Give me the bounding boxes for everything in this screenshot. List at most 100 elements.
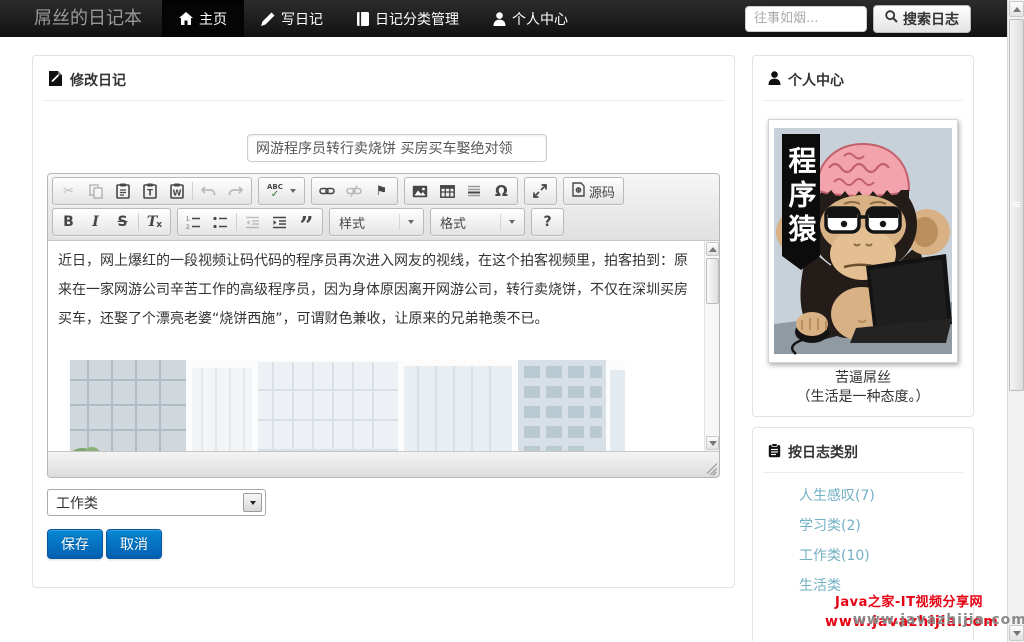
watermark-line1: Java之家-IT视频分享网 [835,591,983,610]
paste-icon[interactable] [109,179,136,203]
editor-bottom-bar [48,451,719,477]
combo-separator [399,214,400,230]
scroll-up-arrow[interactable] [1009,1,1024,17]
panel-header: 按日志类别 [768,442,858,462]
unlink-icon[interactable] [341,179,368,203]
undo-icon[interactable] [195,179,222,203]
strikethrough-icon[interactable]: S [109,210,136,234]
search-icon [885,10,898,27]
editor-content-area[interactable]: 近日，网上爆红的一段视频让码代码的程序员再次进入网友的视线，在这个拍客视频里，拍… [48,241,704,451]
watermark-line2: www.javazhijia.com www.javazhijia.com [835,611,983,629]
svg-text:W: W [172,189,181,198]
banner-text: 程序猿 [785,146,818,248]
insert-group: Ω [404,177,518,205]
nav-item-label: 主页 [199,9,227,29]
editor-scrollbar-thumb[interactable] [706,258,719,304]
page-scrollbar-thumb[interactable] [1009,19,1024,391]
category-link-work[interactable]: 工作类(10) [799,546,973,566]
app-brand: 屌丝的日记本 [0,0,162,37]
bullet-list-icon[interactable] [207,210,234,234]
category-link-study[interactable]: 学习类(2) [799,516,973,536]
diary-title-input[interactable] [247,134,547,162]
category-link-life-sigh[interactable]: 人生感叹(7) [799,486,973,506]
indent-icon[interactable] [266,210,293,234]
paste-word-icon[interactable]: W [163,179,190,203]
format-combo-label: 格式 [440,213,498,232]
remove-format-icon[interactable]: Tx [141,210,168,234]
editor-resize-handle[interactable] [703,461,717,475]
nav-item-category-manage[interactable]: 日记分类管理 [340,0,476,37]
toolbar-row-2: B I S Tx 1.2. [52,208,715,236]
source-icon [572,182,585,201]
page-scrollbar[interactable] [1007,0,1024,642]
spellcheck-group: ABC✓ [258,177,305,205]
format-combo[interactable]: 格式 [433,210,522,234]
editor-scrollbar[interactable] [704,241,719,451]
book-icon [357,12,369,26]
combo-separator [500,214,501,230]
about-group: ? [531,208,564,236]
image-icon[interactable] [407,179,434,203]
blockquote-icon[interactable]: ” [293,214,320,238]
navbar: 屌丝的日记本 主页 写日记 日记分类管理 个人中心 搜索日志 [0,0,1007,37]
nav-item-personal-center[interactable]: 个人中心 [476,0,585,37]
toolbar-separator [138,213,139,231]
svg-text:1.: 1. [186,216,191,222]
styles-combo[interactable]: 样式 [332,210,421,234]
nav-item-write[interactable]: 写日记 [244,0,340,37]
table-icon[interactable] [434,179,461,203]
maximize-icon[interactable] [527,179,554,203]
home-icon [179,12,193,25]
chevron-down-icon [509,220,515,224]
category-select[interactable]: 工作类 [47,489,266,516]
search-button-label: 搜索日志 [903,9,959,29]
save-button[interactable]: 保存 [47,529,103,559]
rich-text-editor: ✂ T W [47,173,720,478]
outdent-icon[interactable] [239,210,266,234]
editor-toolbar: ✂ T W [48,174,719,241]
cancel-button[interactable]: 取消 [106,529,162,559]
paste-text-icon[interactable]: T [136,179,163,203]
scrollbar-grip [1013,201,1020,208]
site-watermark: Java之家-IT视频分享网 www.javazhijia.com www.ja… [835,591,983,629]
basicstyles-group: B I S Tx [52,208,171,236]
numbered-list-icon[interactable]: 1.2. [180,210,207,234]
toolbar-separator [236,213,237,231]
svg-text:2.: 2. [186,224,191,229]
cut-icon[interactable]: ✂ [55,179,82,203]
link-icon[interactable] [314,179,341,203]
styles-combo-label: 样式 [339,213,397,232]
search-button[interactable]: 搜索日志 [873,5,971,33]
nav-item-label: 写日记 [281,9,323,29]
special-char-icon[interactable]: Ω [488,179,515,203]
caption-line2: （生活是一种态度。） [753,388,973,407]
editor-body: 近日，网上爆红的一段视频让码代码的程序员再次进入网友的视线，在这个拍客视频里，拍… [48,241,719,451]
spellcheck-icon[interactable]: ABC✓ [261,179,302,203]
redo-icon[interactable] [222,179,249,203]
navbar-search-area: 搜索日志 [745,0,1007,37]
italic-icon[interactable]: I [82,210,109,234]
pencil-icon [261,12,275,26]
bold-icon[interactable]: B [55,210,82,234]
category-list: 人生感叹(7) 学习类(2) 工作类(10) 生活类 [753,486,973,606]
paragraph-group: 1.2. ” [177,208,323,236]
source-label: 源码 [589,182,615,201]
edit-page-icon [48,71,63,90]
nav-item-label: 个人中心 [512,9,568,29]
source-button[interactable]: 源码 [566,179,621,203]
select-dropdown-button[interactable] [243,493,262,512]
page-title: 修改日记 [70,70,126,90]
nav-item-home[interactable]: 主页 [162,0,244,37]
link-group: ⚑ [311,177,398,205]
toolbar-row-1: ✂ T W [52,177,715,205]
anchor-icon[interactable]: ⚑ [368,179,395,203]
maximize-group [524,177,557,205]
scroll-down-arrow[interactable] [706,436,719,450]
scroll-up-arrow[interactable] [706,242,719,256]
chevron-down-icon [408,220,414,224]
about-button[interactable]: ? [534,210,561,234]
horizontal-rule-icon[interactable] [461,179,488,203]
divider [763,100,963,101]
search-input[interactable] [745,6,867,32]
copy-icon[interactable] [82,179,109,203]
